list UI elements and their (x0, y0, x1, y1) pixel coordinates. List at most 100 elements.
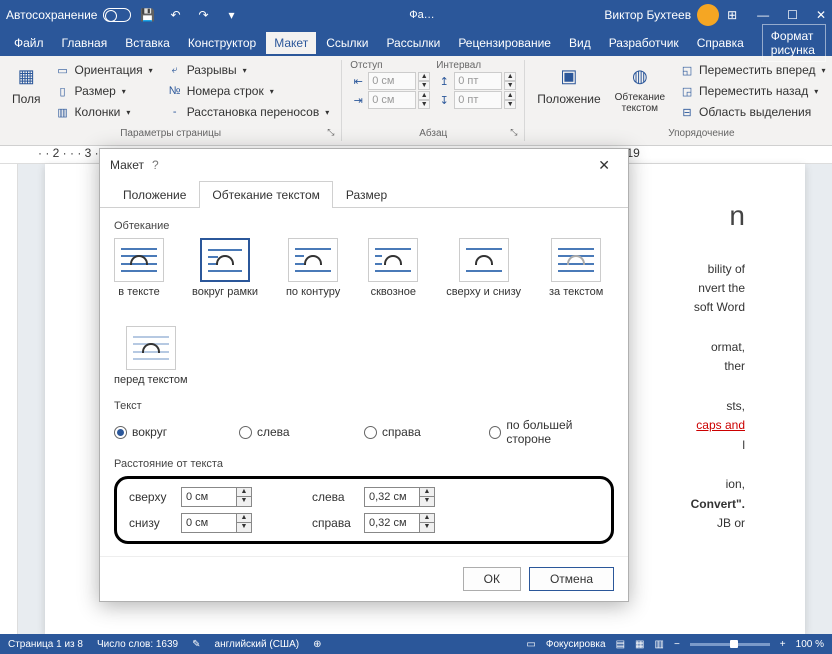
margins-button[interactable]: ▦Поля (8, 60, 45, 108)
toggle-icon[interactable] (103, 8, 131, 22)
maximize-icon[interactable]: ☐ (787, 8, 798, 22)
wrap-square-icon (200, 238, 250, 282)
tab-layout[interactable]: Макет (266, 32, 316, 54)
text-radio-group: вокруг слева справа по большей стороне (114, 418, 614, 446)
dialog-body: Обтекание в тексте вокруг рамки по конту… (100, 208, 628, 556)
user-name: Виктор Бухтеев (604, 8, 691, 22)
dist-top-label: сверху (129, 490, 175, 504)
focus-mode-icon[interactable]: ▭ (526, 639, 535, 650)
read-mode-icon[interactable]: ▤ (616, 639, 625, 650)
size-button[interactable]: ▯Размер▾ (51, 81, 157, 101)
titlebar: Автосохранение 💾 ↶ ↷ ▾ Фа… Виктор Бухтее… (0, 0, 832, 30)
group-arrange: ▣Положение ◍Обтекание текстом ◱Перемести… (533, 60, 832, 141)
spacing-after-input[interactable]: ↧▲▼ (436, 91, 516, 109)
wrap-tight[interactable]: по контуру (286, 238, 340, 298)
undo-icon[interactable]: ↶ (167, 7, 183, 23)
dist-right-input[interactable]: ▲▼ (364, 513, 435, 533)
send-backward-button[interactable]: ◲Переместить назад▾ (675, 81, 830, 101)
radio-icon (489, 426, 501, 439)
tab-file[interactable]: Файл (6, 32, 52, 54)
wrap-behind-icon (551, 238, 601, 282)
wrap-square[interactable]: вокруг рамки (192, 238, 258, 298)
status-word-count[interactable]: Число слов: 1639 (97, 639, 178, 650)
radio-left-only[interactable]: слева (239, 418, 364, 446)
spacing-after-icon: ↧ (436, 92, 452, 108)
radio-icon (364, 426, 377, 439)
dialog-title: Макет (110, 158, 144, 172)
wrap-text-button[interactable]: ◍Обтекание текстом (611, 60, 669, 116)
position-button[interactable]: ▣Положение (533, 60, 604, 108)
tab-design[interactable]: Конструктор (180, 32, 264, 54)
dist-bottom-input[interactable]: ▲▼ (181, 513, 252, 533)
tab-home[interactable]: Главная (54, 32, 116, 54)
spacing-before-icon: ↥ (436, 73, 452, 89)
tab-size[interactable]: Размер (333, 181, 400, 208)
wrap-infront[interactable]: перед текстом (114, 326, 188, 386)
web-layout-icon[interactable]: ▥ (655, 639, 664, 650)
tab-help[interactable]: Справка (689, 32, 752, 54)
tab-picture-format[interactable]: Формат рисунка (762, 24, 826, 62)
wrap-inline[interactable]: в тексте (114, 238, 164, 298)
line-numbers-button[interactable]: №Номера строк▾ (163, 81, 334, 101)
group-paragraph: Отступ ⇤▲▼ ⇥▲▼ Интервал ↥▲▼ ↧▲▼ Абзац ⤡ (350, 60, 525, 141)
paragraph-launcher-icon[interactable]: ⤡ (510, 127, 522, 139)
print-layout-icon[interactable]: ▦ (635, 639, 644, 650)
indent-right-input[interactable]: ⇥▲▼ (350, 91, 430, 109)
radio-largest-only[interactable]: по большей стороне (489, 418, 614, 446)
zoom-slider[interactable] (690, 643, 770, 646)
dist-top-input[interactable]: ▲▼ (181, 487, 252, 507)
tab-review[interactable]: Рецензирование (450, 32, 559, 54)
selection-pane-button[interactable]: ⊟Область выделения (675, 102, 830, 122)
status-focus[interactable]: Фокусировка (546, 639, 606, 650)
wrap-options: в тексте вокруг рамки по контуру сквозно… (114, 238, 614, 386)
breaks-button[interactable]: ⤶Разрывы▾ (163, 60, 334, 80)
dialog-close-icon[interactable]: ✕ (590, 153, 618, 178)
status-page[interactable]: Страница 1 из 8 (8, 639, 83, 650)
zoom-level[interactable]: 100 % (796, 639, 824, 650)
redo-icon[interactable]: ↷ (195, 7, 211, 23)
vertical-ruler[interactable] (0, 164, 18, 634)
hyphenation-button[interactable]: -Расстановка переносов▾ (163, 102, 334, 122)
status-proofing-icon[interactable]: ✎ (192, 639, 200, 650)
wrap-topbottom[interactable]: сверху и снизу (446, 238, 521, 298)
indent-left-input[interactable]: ⇤▲▼ (350, 72, 430, 90)
qat-dropdown-icon[interactable]: ▾ (223, 7, 239, 23)
autosave-toggle[interactable]: Автосохранение (6, 8, 131, 22)
tab-view[interactable]: Вид (561, 32, 599, 54)
spacing-before-input[interactable]: ↥▲▼ (436, 72, 516, 90)
ribbon-options-icon[interactable]: ⊞ (727, 8, 737, 22)
radio-both-sides[interactable]: вокруг (114, 418, 239, 446)
status-accessibility-icon[interactable]: ⊕ (313, 639, 321, 650)
wrap-through[interactable]: сквозное (368, 238, 418, 298)
columns-button[interactable]: ▥Колонки▾ (51, 102, 157, 122)
orientation-button[interactable]: ▭Ориентация▾ (51, 60, 157, 80)
user-account[interactable]: Виктор Бухтеев (604, 4, 719, 26)
tab-text-wrapping[interactable]: Обтекание текстом (199, 181, 332, 208)
radio-right-only[interactable]: справа (364, 418, 489, 446)
status-language[interactable]: английский (США) (215, 639, 300, 650)
wrap-inline-icon (114, 238, 164, 282)
tab-insert[interactable]: Вставка (117, 32, 178, 54)
zoom-in-icon[interactable]: + (780, 639, 786, 650)
dist-bottom-label: снизу (129, 516, 175, 530)
save-icon[interactable]: 💾 (139, 7, 155, 23)
bring-forward-button[interactable]: ◱Переместить вперед▾ (675, 60, 830, 80)
dialog-help-icon[interactable]: ? (144, 154, 167, 176)
distance-highlight: сверху▲▼ снизу▲▼ слева▲▼ справа▲▼ (114, 476, 614, 544)
tab-references[interactable]: Ссылки (318, 32, 376, 54)
close-icon[interactable]: ✕ (816, 8, 826, 22)
group-page-setup-label: Параметры страницы (8, 128, 333, 139)
indent-left-icon: ⇤ (350, 73, 366, 89)
dist-left-input[interactable]: ▲▼ (364, 487, 435, 507)
wrap-behind[interactable]: за текстом (549, 238, 603, 298)
ok-button[interactable]: ОК (463, 567, 521, 591)
page-setup-launcher-icon[interactable]: ⤡ (327, 127, 339, 139)
orientation-icon: ▭ (55, 62, 71, 78)
tab-developer[interactable]: Разработчик (601, 32, 687, 54)
tab-position[interactable]: Положение (110, 181, 199, 208)
cancel-button[interactable]: Отмена (529, 567, 614, 591)
tab-mailings[interactable]: Рассылки (378, 32, 448, 54)
zoom-out-icon[interactable]: − (674, 639, 680, 650)
margins-label: Поля (12, 92, 41, 106)
minimize-icon[interactable]: — (757, 8, 769, 22)
